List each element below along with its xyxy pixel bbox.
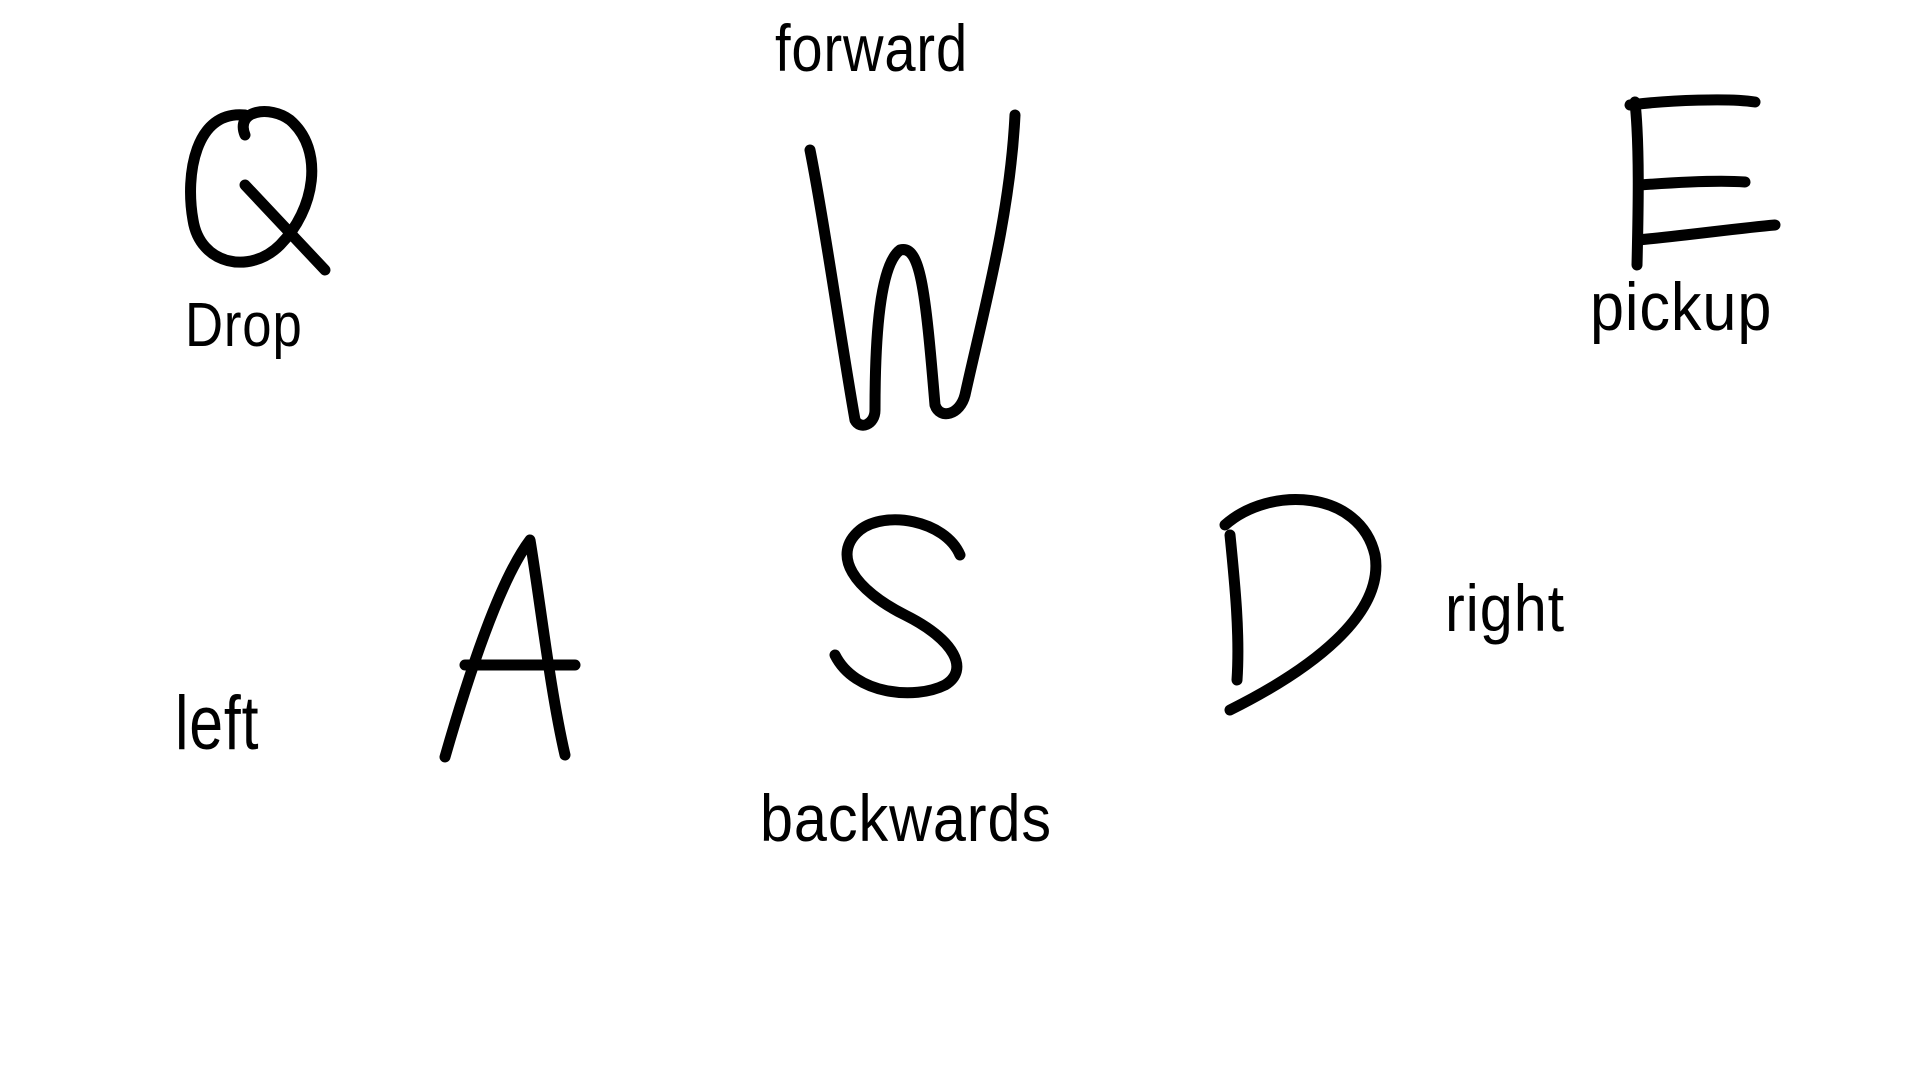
d-action-label: right <box>1445 571 1566 645</box>
a-key-glyph <box>439 534 581 763</box>
d-key-glyph <box>1219 494 1382 716</box>
drawing-canvas: Drop forward pickup left backwards right <box>0 0 1920 1080</box>
w-action-label: forward <box>775 11 969 85</box>
s-action-label: backwards <box>760 781 1053 855</box>
e-key-glyph <box>1624 94 1781 271</box>
w-key-glyph <box>804 109 1021 431</box>
a-action-label: left <box>175 681 260 766</box>
q-action-label: Drop <box>185 291 303 360</box>
q-key-glyph <box>185 106 331 276</box>
s-key-glyph <box>829 514 966 699</box>
e-action-label: pickup <box>1590 269 1773 345</box>
